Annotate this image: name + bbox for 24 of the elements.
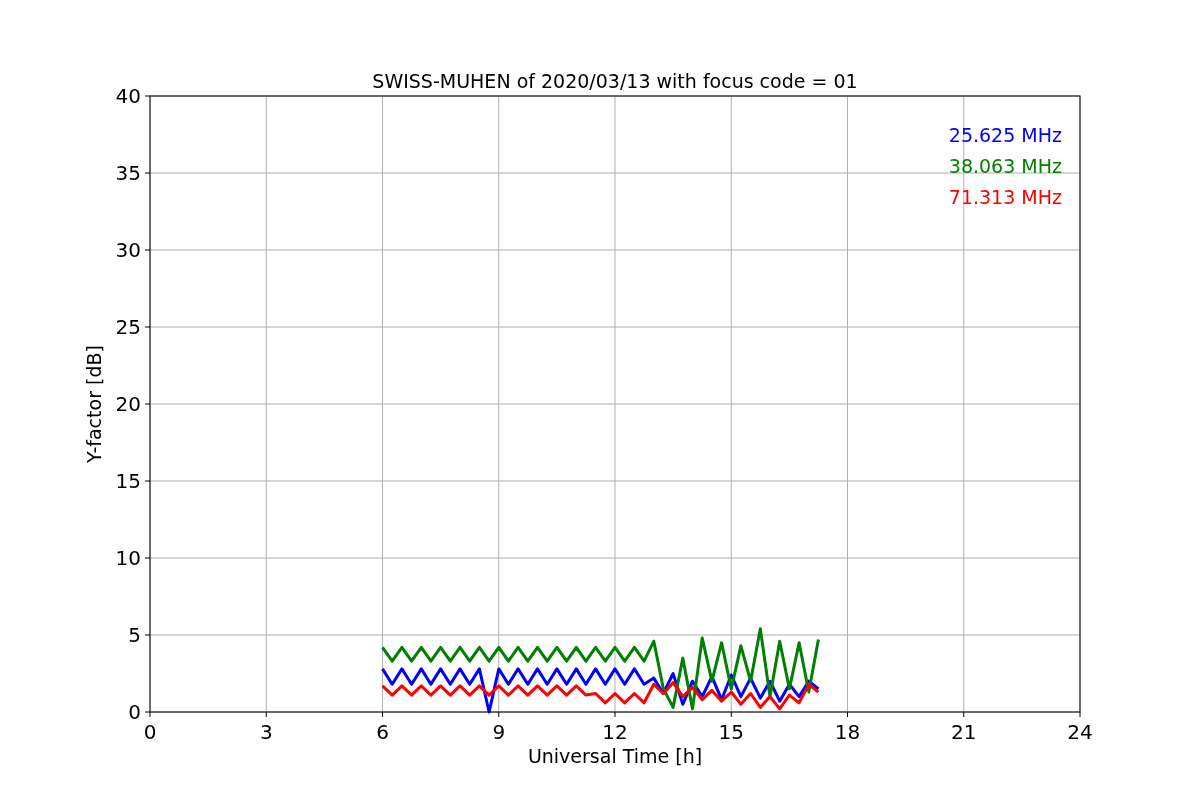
y-tick-label: 0 xyxy=(128,700,141,724)
x-tick-label: 0 xyxy=(143,720,157,744)
y-tick-label: 5 xyxy=(128,623,141,647)
x-tick-label: 15 xyxy=(718,720,744,744)
series-label: 71.313 MHz xyxy=(948,186,1062,208)
x-tick-label: 9 xyxy=(492,720,506,744)
x-tick-label: 3 xyxy=(259,720,273,744)
y-tick-label: 15 xyxy=(115,469,141,493)
y-tick-label: 40 xyxy=(115,84,141,108)
x-tick-label: 6 xyxy=(376,720,389,744)
y-tick-label: 20 xyxy=(115,392,141,416)
chart-title: SWISS-MUHEN of 2020/03/13 with focus code = 01 xyxy=(372,70,858,92)
x-tick-label: 24 xyxy=(1067,720,1093,744)
y-tick-label: 10 xyxy=(115,546,141,570)
x-tick-label: 18 xyxy=(834,720,861,744)
x-tick-label: 21 xyxy=(951,720,977,744)
series-label: 38.063 MHz xyxy=(948,155,1062,177)
x-axis-label: Universal Time [h] xyxy=(527,745,703,767)
y-tick-label: 25 xyxy=(115,315,141,339)
x-tick-label: 12 xyxy=(602,720,628,744)
y-axis-label: Y-factor [dB] xyxy=(83,345,105,463)
series-label: 25.625 MHz xyxy=(948,124,1062,146)
y-tick-label: 35 xyxy=(115,161,141,185)
y-tick-label: 30 xyxy=(115,238,141,262)
